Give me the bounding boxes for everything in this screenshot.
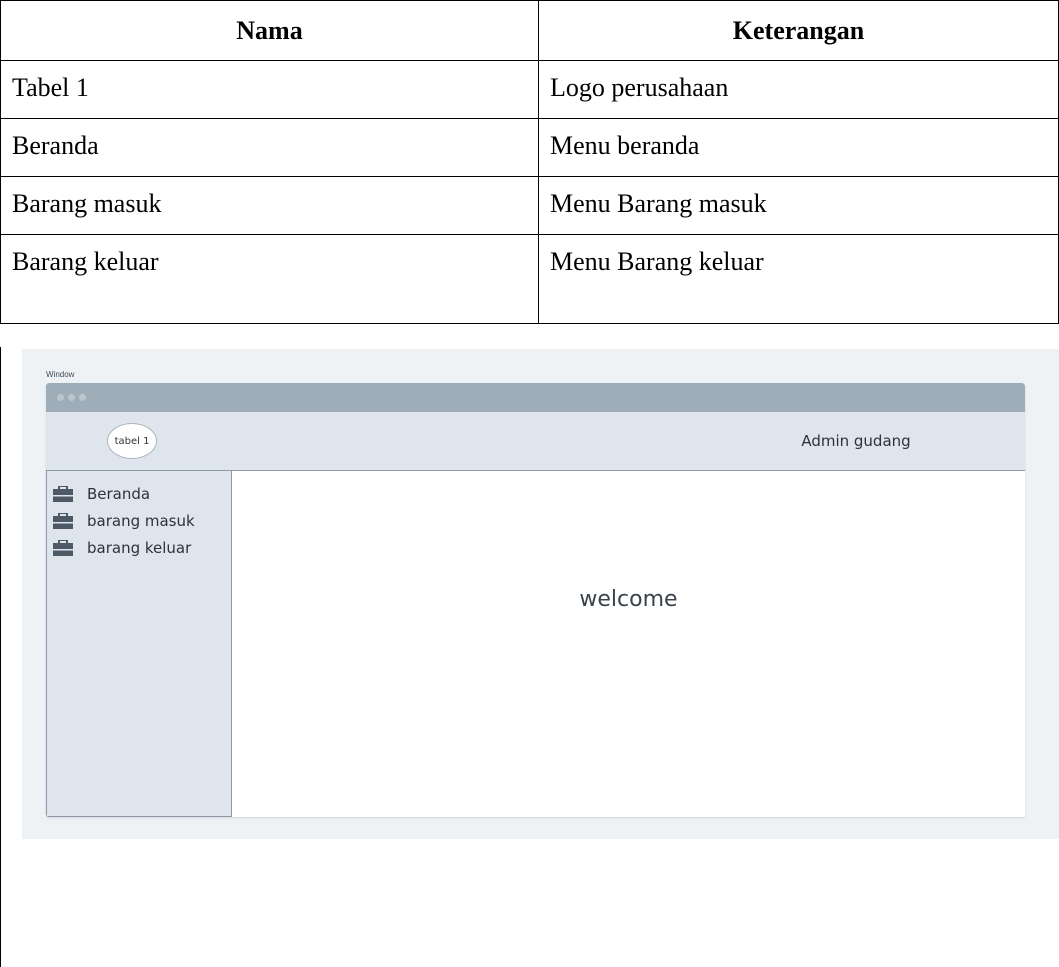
cell-keterangan: Menu Barang keluar: [538, 234, 1059, 324]
sidebar-item-barang-keluar[interactable]: barang keluar: [53, 537, 191, 559]
cell-nama: Tabel 1: [0, 60, 539, 119]
window-control-dot[interactable]: [57, 394, 64, 401]
cell-nama: Beranda: [0, 118, 539, 177]
sidebar-item-label: barang keluar: [87, 539, 192, 557]
cell-keterangan: Menu Barang masuk: [538, 176, 1059, 235]
window-control-dot[interactable]: [68, 394, 75, 401]
table-row: Barang keluar Menu Barang keluar: [0, 234, 1059, 324]
sidebar-item-beranda[interactable]: Beranda: [53, 483, 150, 505]
cell-keterangan: Logo perusahaan: [538, 60, 1059, 119]
app-header: tabel 1 Admin gudang: [46, 412, 1025, 471]
company-logo[interactable]: tabel 1: [107, 423, 157, 459]
briefcase-icon: [53, 486, 73, 502]
sidebar-item-label: barang masuk: [87, 512, 195, 530]
description-table: Nama Keterangan Tabel 1 Logo perusahaan …: [0, 0, 1059, 324]
wireframe-mockup: Window tabel 1 Admin gudang Beranda bara…: [22, 349, 1059, 839]
user-role-label: Admin gudang: [801, 432, 911, 450]
briefcase-icon: [53, 540, 73, 556]
sidebar-item-barang-masuk[interactable]: barang masuk: [53, 510, 195, 532]
cell-nama: Barang keluar: [0, 234, 539, 324]
sidebar: Beranda barang masuk barang keluar: [46, 471, 232, 817]
sidebar-item-label: Beranda: [87, 485, 151, 503]
table-row: Barang masuk Menu Barang masuk: [0, 176, 1059, 235]
column-header-nama: Nama: [0, 0, 539, 61]
window-label: Window: [46, 370, 75, 379]
table-row: Tabel 1 Logo perusahaan: [0, 60, 1059, 119]
main-content: welcome: [232, 471, 1025, 817]
table-row: Beranda Menu beranda: [0, 118, 1059, 177]
cell-keterangan: Menu beranda: [538, 118, 1059, 177]
app-window: tabel 1 Admin gudang Beranda barang masu…: [46, 383, 1025, 817]
column-header-keterangan: Keterangan: [538, 0, 1059, 61]
cell-nama: Barang masuk: [0, 176, 539, 235]
briefcase-icon: [53, 513, 73, 529]
window-titlebar: [46, 383, 1025, 412]
window-control-dot[interactable]: [79, 394, 86, 401]
table-header-row: Nama Keterangan: [0, 0, 1059, 61]
welcome-text: welcome: [579, 587, 678, 612]
